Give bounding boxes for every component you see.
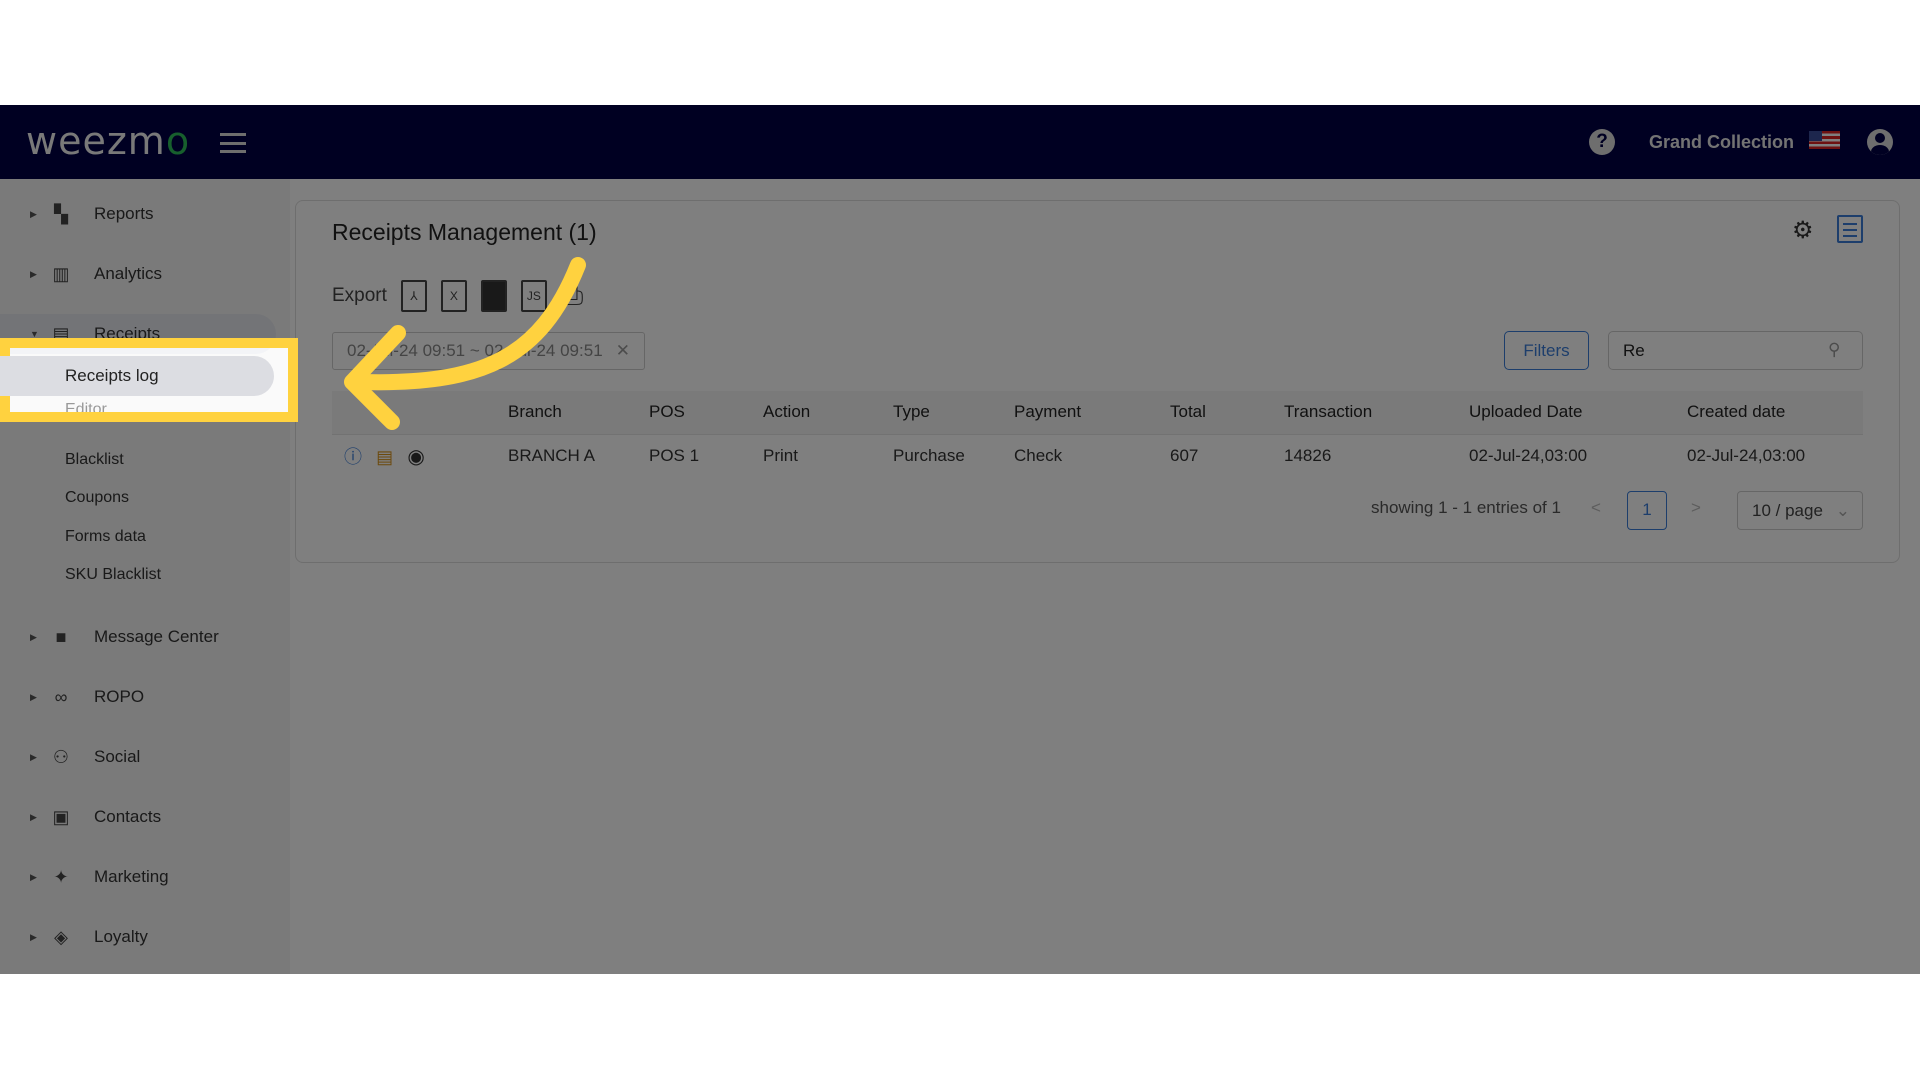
gear-icon[interactable]: ⚙ [1792,216,1814,245]
sidebar-sub-forms-data[interactable]: Forms data [65,528,146,546]
eye-icon[interactable]: ◉ [407,446,424,468]
megaphone-icon: ✦ [53,867,69,887]
contacts-icon: ▣ [52,807,70,827]
dashboard-icon: ▚ [54,204,68,224]
prev-page-icon[interactable]: < [1591,498,1601,518]
tag-icon: ◈ [54,927,68,947]
caret-right-icon: ▶ [30,631,37,642]
sidebar-sub-receipts-log[interactable]: Receipts log [0,356,274,396]
cell-payment: Check [1014,445,1063,465]
column-created-date[interactable]: Created date [1675,391,1863,435]
sidebar-sub-blacklist[interactable]: Blacklist [65,451,124,469]
caret-right-icon: ▶ [30,208,37,219]
cell-action: Print [763,445,798,465]
column-uploaded-date[interactable]: Uploaded Date [1457,391,1675,435]
caret-right-icon: ▶ [30,691,37,702]
pagination-summary: showing 1 - 1 entries of 1 [1371,498,1561,517]
json-export-icon[interactable]: JS [520,279,547,312]
export-label: Export [332,284,387,306]
date-range-filter[interactable]: 02-Jul-24 09:51 ~ 02-Jul-24 09:51 ✕ [332,332,645,370]
table-row: ⓘ ▤ ◉ BRANCH A POS 1 Print Purchase Chec… [332,434,1863,477]
chevron-down-icon: ⌄ [1835,501,1850,520]
caret-right-icon: ▶ [30,871,37,882]
cell-created-date: 02-Jul-24,03:00 [1687,445,1806,465]
cell-pos: POS 1 [649,445,700,465]
sidebar-sub-sku-blacklist[interactable]: SKU Blacklist [65,566,161,584]
logo[interactable]: weezmo [26,119,190,163]
infinity-icon: ∞ [54,687,68,707]
sidebar-item-ropo[interactable]: ▶ ∞ ROPO [0,677,276,717]
app: weezmo ? Grand Collection ▶ ▚ Reports ▶ ▥ An… [0,105,1920,974]
columns-icon[interactable] [1837,215,1863,243]
column-transaction[interactable]: Transaction [1272,391,1457,435]
caret-right-icon: ▶ [30,751,37,762]
people-icon: ⚇ [52,747,70,767]
excel-export-icon[interactable]: X [440,279,467,312]
page-size-select[interactable]: 10 / page ⌄ [1737,491,1863,530]
table-header: Branch POS Action Type Payment Total Tra… [332,391,1863,435]
column-action[interactable]: Action [751,391,881,435]
sidebar-item-reports[interactable]: ▶ ▚ Reports [0,194,276,234]
search-input[interactable] [1608,331,1863,370]
receipt-icon[interactable]: ▤ [376,447,393,467]
export-toolbar: Export ⅄ X JS ⎙ [332,279,583,312]
top-bar: weezmo ? Grand Collection [0,105,1920,179]
sidebar-sub-coupons[interactable]: Coupons [65,489,129,507]
cell-transaction: 14826 [1284,445,1332,465]
bar-chart-icon: ▥ [52,264,70,284]
help-icon[interactable]: ? [1589,129,1615,155]
caret-right-icon: ▶ [30,811,37,822]
column-type[interactable]: Type [881,391,1002,435]
sidebar-item-loyalty[interactable]: ▶ ◈ Loyalty [0,917,276,957]
column-payment[interactable]: Payment [1002,391,1158,435]
caret-right-icon: ▶ [30,931,37,942]
cell-type: Purchase [893,445,965,465]
receipts-table: Branch POS Action Type Payment Total Tra… [332,391,1863,477]
column-actions [332,391,496,435]
caret-right-icon: ▶ [30,268,37,279]
close-icon[interactable]: ✕ [616,333,630,369]
date-range-value: 02-Jul-24 09:51 ~ 02-Jul-24 09:51 [347,341,603,360]
user-icon[interactable] [1867,129,1893,155]
page-button[interactable]: 1 [1627,491,1667,530]
column-total[interactable]: Total [1158,391,1272,435]
print-icon[interactable]: ⎙ [561,279,583,312]
cell-branch: BRANCH A [508,445,595,465]
menu-icon[interactable] [220,133,246,153]
sidebar-item-contacts[interactable]: ▶ ▣ Contacts [0,797,276,837]
sidebar: ▶▚Reports ▶▥Analytics ▼▤Receipts Editor … [0,179,290,974]
message-icon: ■ [55,627,67,647]
next-page-icon[interactable]: > [1691,498,1701,518]
sidebar-sub-label: Receipts log [65,366,159,385]
filters-button[interactable]: Filters [1504,331,1589,370]
pdf-export-icon[interactable]: ⅄ [400,279,427,312]
page-size-value: 10 / page [1752,501,1823,520]
receipts-card: Receipts Management (1) ⚙ Export ⅄ X JS … [295,200,1900,563]
organization-name[interactable]: Grand Collection [1649,132,1794,153]
highlight-receipts-log: Receipts log [0,338,298,422]
csv-export-icon[interactable] [480,279,507,312]
info-icon[interactable]: ⓘ [344,447,362,467]
sidebar-item-social[interactable]: ▶ ⚇ Social [0,737,276,777]
sidebar-item-message-center[interactable]: ▶ ■ Message Center [0,617,276,657]
cell-uploaded-date: 02-Jul-24,03:00 [1469,445,1588,465]
us-flag-icon[interactable] [1809,131,1840,149]
column-pos[interactable]: POS [637,391,751,435]
search-icon[interactable]: ⚲ [1828,340,1840,360]
sidebar-item-marketing[interactable]: ▶ ✦ Marketing [0,857,276,897]
column-branch[interactable]: Branch [496,391,637,435]
page-title: Receipts Management (1) [332,219,597,245]
sidebar-item-analytics[interactable]: ▶ ▥ Analytics [0,254,276,294]
cell-total: 607 [1170,445,1199,465]
